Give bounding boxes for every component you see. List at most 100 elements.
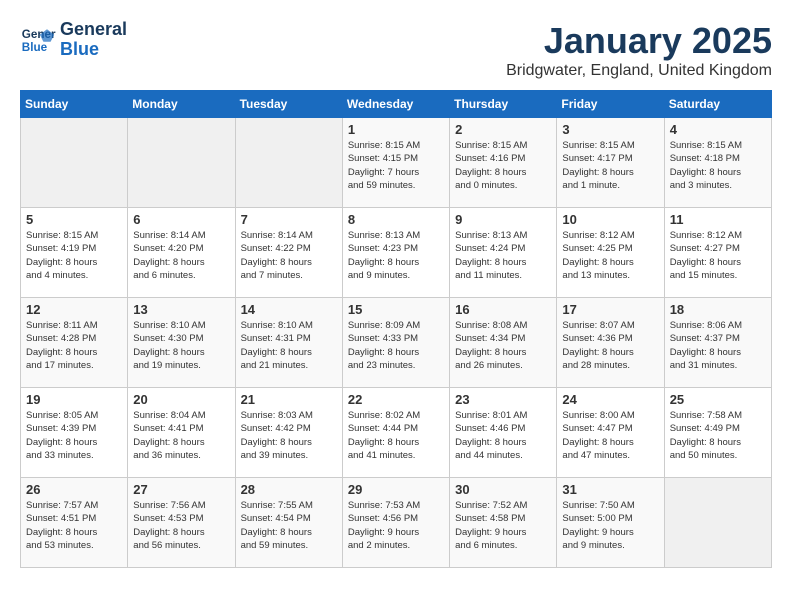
calendar-cell: 21 Sunrise: 8:03 AM Sunset: 4:42 PM Dayli… (235, 388, 342, 478)
calendar-cell: 28 Sunrise: 7:55 AM Sunset: 4:54 PM Dayli… (235, 478, 342, 568)
day-info: Sunrise: 8:02 AM Sunset: 4:44 PM Dayligh… (348, 409, 444, 462)
day-info: Sunrise: 8:10 AM Sunset: 4:30 PM Dayligh… (133, 319, 229, 372)
calendar-cell: 20 Sunrise: 8:04 AM Sunset: 4:41 PM Dayli… (128, 388, 235, 478)
day-info: Sunrise: 8:09 AM Sunset: 4:33 PM Dayligh… (348, 319, 444, 372)
day-number: 8 (348, 212, 444, 227)
calendar-cell: 18Sunrise: 8:06 AM Sunset: 4:37 PM Dayli… (664, 298, 771, 388)
calendar-cell: 9 Sunrise: 8:13 AM Sunset: 4:24 PM Daylig… (450, 208, 557, 298)
day-info: Sunrise: 7:55 AM Sunset: 4:54 PM Dayligh… (241, 499, 337, 552)
day-info: Sunrise: 8:13 AM Sunset: 4:23 PM Dayligh… (348, 229, 444, 282)
day-info: Sunrise: 8:13 AM Sunset: 4:24 PM Dayligh… (455, 229, 551, 282)
day-info: Sunrise: 8:12 AM Sunset: 4:27 PM Dayligh… (670, 229, 766, 282)
calendar-cell: 30 Sunrise: 7:52 AM Sunset: 4:58 PM Dayli… (450, 478, 557, 568)
page-header: General Blue General Blue January 2025 B… (20, 20, 772, 80)
calendar-cell: 29 Sunrise: 7:53 AM Sunset: 4:56 PM Dayli… (342, 478, 449, 568)
day-info: Sunrise: 8:01 AM Sunset: 4:46 PM Dayligh… (455, 409, 551, 462)
calendar-cell: 7 Sunrise: 8:14 AM Sunset: 4:22 PM Daylig… (235, 208, 342, 298)
day-info: Sunrise: 8:03 AM Sunset: 4:42 PM Dayligh… (241, 409, 337, 462)
calendar-cell: 2Sunrise: 8:15 AM Sunset: 4:16 PM Daylig… (450, 118, 557, 208)
day-number: 22 (348, 392, 444, 407)
day-number: 31 (562, 482, 658, 497)
day-number: 28 (241, 482, 337, 497)
day-info: Sunrise: 8:12 AM Sunset: 4:25 PM Dayligh… (562, 229, 658, 282)
day-number: 24 (562, 392, 658, 407)
header-monday: Monday (128, 91, 235, 118)
day-info: Sunrise: 8:14 AM Sunset: 4:20 PM Dayligh… (133, 229, 229, 282)
calendar-cell: 4 Sunrise: 8:15 AM Sunset: 4:18 PM Daylig… (664, 118, 771, 208)
day-info: Sunrise: 8:15 AM Sunset: 4:19 PM Dayligh… (26, 229, 122, 282)
logo: General Blue General Blue (20, 20, 127, 60)
header-thursday: Thursday (450, 91, 557, 118)
day-number: 3 (562, 122, 658, 137)
day-info: Sunrise: 7:52 AM Sunset: 4:58 PM Dayligh… (455, 499, 551, 552)
calendar-cell: 24 Sunrise: 8:00 AM Sunset: 4:47 PM Dayli… (557, 388, 664, 478)
header-tuesday: Tuesday (235, 91, 342, 118)
calendar-cell: 1 Sunrise: 8:15 AM Sunset: 4:15 PM Daylig… (342, 118, 449, 208)
calendar-cell: 16Sunrise: 8:08 AM Sunset: 4:34 PM Dayli… (450, 298, 557, 388)
day-number: 15 (348, 302, 444, 317)
title-block: January 2025 Bridgwater, England, United… (506, 20, 772, 80)
day-number: 25 (670, 392, 766, 407)
calendar-cell: 22 Sunrise: 8:02 AM Sunset: 4:44 PM Dayli… (342, 388, 449, 478)
day-number: 19 (26, 392, 122, 407)
day-number: 10 (562, 212, 658, 227)
calendar-week-row: 5Sunrise: 8:15 AM Sunset: 4:19 PM Daylig… (21, 208, 772, 298)
calendar-cell: 3Sunrise: 8:15 AM Sunset: 4:17 PM Daylig… (557, 118, 664, 208)
calendar-cell (664, 478, 771, 568)
day-number: 9 (455, 212, 551, 227)
day-number: 14 (241, 302, 337, 317)
calendar-week-row: 1 Sunrise: 8:15 AM Sunset: 4:15 PM Daylig… (21, 118, 772, 208)
day-info: Sunrise: 8:04 AM Sunset: 4:41 PM Dayligh… (133, 409, 229, 462)
calendar-cell (21, 118, 128, 208)
day-number: 13 (133, 302, 229, 317)
day-number: 26 (26, 482, 122, 497)
day-info: Sunrise: 8:00 AM Sunset: 4:47 PM Dayligh… (562, 409, 658, 462)
day-info: Sunrise: 7:50 AM Sunset: 5:00 PM Dayligh… (562, 499, 658, 552)
day-info: Sunrise: 8:07 AM Sunset: 4:36 PM Dayligh… (562, 319, 658, 372)
day-info: Sunrise: 8:11 AM Sunset: 4:28 PM Dayligh… (26, 319, 122, 372)
day-info: Sunrise: 8:15 AM Sunset: 4:16 PM Dayligh… (455, 139, 551, 192)
logo-icon: General Blue (20, 22, 56, 58)
calendar-cell: 23 Sunrise: 8:01 AM Sunset: 4:46 PM Dayli… (450, 388, 557, 478)
calendar-cell: 27Sunrise: 7:56 AM Sunset: 4:53 PM Dayli… (128, 478, 235, 568)
day-number: 29 (348, 482, 444, 497)
day-info: Sunrise: 8:14 AM Sunset: 4:22 PM Dayligh… (241, 229, 337, 282)
logo-text-general: General (60, 20, 127, 40)
day-number: 6 (133, 212, 229, 227)
calendar-cell: 31 Sunrise: 7:50 AM Sunset: 5:00 PM Dayli… (557, 478, 664, 568)
day-info: Sunrise: 8:15 AM Sunset: 4:18 PM Dayligh… (670, 139, 766, 192)
day-number: 4 (670, 122, 766, 137)
day-number: 7 (241, 212, 337, 227)
day-number: 30 (455, 482, 551, 497)
calendar-week-row: 12Sunrise: 8:11 AM Sunset: 4:28 PM Dayli… (21, 298, 772, 388)
day-number: 21 (241, 392, 337, 407)
calendar-cell: 19 Sunrise: 8:05 AM Sunset: 4:39 PM Dayli… (21, 388, 128, 478)
day-info: Sunrise: 8:10 AM Sunset: 4:31 PM Dayligh… (241, 319, 337, 372)
calendar-cell: 10 Sunrise: 8:12 AM Sunset: 4:25 PM Dayli… (557, 208, 664, 298)
day-info: Sunrise: 7:58 AM Sunset: 4:49 PM Dayligh… (670, 409, 766, 462)
day-number: 11 (670, 212, 766, 227)
day-info: Sunrise: 7:53 AM Sunset: 4:56 PM Dayligh… (348, 499, 444, 552)
day-number: 1 (348, 122, 444, 137)
calendar-header-row: SundayMondayTuesdayWednesdayThursdayFrid… (21, 91, 772, 118)
day-info: Sunrise: 8:06 AM Sunset: 4:37 PM Dayligh… (670, 319, 766, 372)
calendar-cell (235, 118, 342, 208)
day-info: Sunrise: 8:05 AM Sunset: 4:39 PM Dayligh… (26, 409, 122, 462)
svg-text:Blue: Blue (22, 41, 48, 54)
day-info: Sunrise: 8:15 AM Sunset: 4:15 PM Dayligh… (348, 139, 444, 192)
day-number: 20 (133, 392, 229, 407)
calendar-cell: 5Sunrise: 8:15 AM Sunset: 4:19 PM Daylig… (21, 208, 128, 298)
day-number: 23 (455, 392, 551, 407)
calendar-cell: 14 Sunrise: 8:10 AM Sunset: 4:31 PM Dayli… (235, 298, 342, 388)
location: Bridgwater, England, United Kingdom (506, 62, 772, 80)
calendar-cell: 8 Sunrise: 8:13 AM Sunset: 4:23 PM Daylig… (342, 208, 449, 298)
calendar-week-row: 19 Sunrise: 8:05 AM Sunset: 4:39 PM Dayli… (21, 388, 772, 478)
header-sunday: Sunday (21, 91, 128, 118)
header-wednesday: Wednesday (342, 91, 449, 118)
day-info: Sunrise: 8:08 AM Sunset: 4:34 PM Dayligh… (455, 319, 551, 372)
calendar-cell (128, 118, 235, 208)
calendar-cell: 12Sunrise: 8:11 AM Sunset: 4:28 PM Dayli… (21, 298, 128, 388)
day-number: 17 (562, 302, 658, 317)
calendar-week-row: 26Sunrise: 7:57 AM Sunset: 4:51 PM Dayli… (21, 478, 772, 568)
header-friday: Friday (557, 91, 664, 118)
